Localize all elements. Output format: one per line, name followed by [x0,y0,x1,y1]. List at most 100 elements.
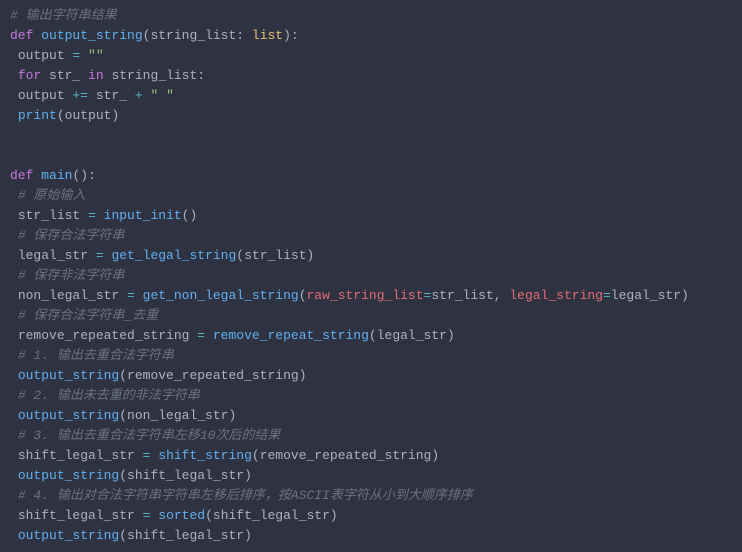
code-line[interactable]: remove_repeated_string = remove_repeat_s… [10,326,732,346]
token-op: = [197,328,205,343]
code-line[interactable]: shift_legal_str = sorted(shift_legal_str… [10,506,732,526]
code-line[interactable]: print(output) [10,106,732,126]
token-txt: str_list, [431,288,509,303]
token-op: + [135,88,143,103]
token-fn: get_legal_string [111,248,236,263]
token-txt: remove_repeated_string [18,328,197,343]
token-pun: ( [369,328,377,343]
token-txt [96,208,104,223]
code-line[interactable]: non_legal_str = get_non_legal_string(raw… [10,286,732,306]
code-line[interactable]: output = "" [10,46,732,66]
token-fn: output_string [18,528,119,543]
token-txt: string_list: [111,68,205,83]
token-pun: ( [205,508,213,523]
token-fn: remove_repeat_string [213,328,369,343]
code-line[interactable]: str_list = input_init() [10,206,732,226]
token-str: " " [150,88,173,103]
token-txt: str_ [88,88,135,103]
token-fn: main [41,168,72,183]
code-line[interactable]: # 1. 输出去重合法字符串 [10,346,732,366]
token-txt: legal_str [377,328,447,343]
code-editor[interactable]: # 输出字符串结果 def output_string(string_list: … [0,0,742,552]
token-pun: () [182,208,198,223]
token-txt: legal_str [611,288,681,303]
token-pun: ( [119,368,127,383]
token-cmt: # 3. 输出去重合法字符串左移10次后的结果 [18,428,281,443]
token-cmt: # 原始输入 [18,188,86,203]
code-line[interactable]: output_string(remove_repeated_string) [10,366,732,386]
token-kw: for [18,68,49,83]
token-pun: ) [681,288,689,303]
code-line[interactable]: output_string(non_legal_str) [10,406,732,426]
token-txt: shift_legal_str [213,508,330,523]
token-pun: ) [330,508,338,523]
token-pun: ) [447,328,455,343]
token-pun: ( [119,468,127,483]
code-line[interactable] [10,146,732,166]
token-kw: def [10,168,41,183]
token-pun: ) [244,528,252,543]
token-kw: in [88,68,111,83]
token-pun: (): [72,168,95,183]
token-txt [205,328,213,343]
token-id: raw_string_list [307,288,424,303]
token-pun: ( [299,288,307,303]
token-txt [135,288,143,303]
token-fn: output_string [18,368,119,383]
code-line[interactable]: # 3. 输出去重合法字符串左移10次后的结果 [10,426,732,446]
token-fn: output_string [18,408,119,423]
token-fn: print [18,108,57,123]
code-line[interactable]: # 保存非法字符串 [10,266,732,286]
token-txt: str_list [18,208,88,223]
token-cmt: # 输出字符串结果 [10,8,117,23]
code-line[interactable]: # 保存合法字符串 [10,226,732,246]
token-txt: remove_repeated_string [127,368,299,383]
code-line[interactable]: # 原始输入 [10,186,732,206]
token-kw: def [10,28,41,43]
code-line[interactable]: # 4. 输出对合法字符串字符串左移后排序，按ASCII表字符从小到大顺序排序 [10,486,732,506]
token-pun: ) [431,448,439,463]
token-txt: shift_legal_str [18,508,143,523]
code-line[interactable]: def main(): [10,166,732,186]
token-pun: ) [111,108,119,123]
code-line[interactable]: legal_str = get_legal_string(str_list) [10,246,732,266]
code-line[interactable]: # 保存合法字符串_去重 [10,306,732,326]
token-fn: output_string [41,28,142,43]
code-line[interactable]: shift_legal_str = shift_string(remove_re… [10,446,732,466]
token-txt: str_list [244,248,306,263]
token-fn: get_non_legal_string [143,288,299,303]
code-line[interactable]: # 2. 输出未去重的非法字符串 [10,386,732,406]
code-line[interactable]: output += str_ + " " [10,86,732,106]
token-txt: non_legal_str [18,288,127,303]
token-txt: remove_repeated_string [260,448,432,463]
token-txt [80,48,88,63]
token-pun: ) [299,368,307,383]
token-op: += [72,88,88,103]
token-cmt: # 保存合法字符串 [18,228,125,243]
token-pun: ) [307,248,315,263]
token-pun: ( [57,108,65,123]
token-txt: output [18,48,73,63]
code-line[interactable]: output_string(shift_legal_str) [10,526,732,546]
token-txt: output [65,108,112,123]
token-id: legal_string [509,288,603,303]
code-line[interactable]: output_string(shift_legal_str) [10,466,732,486]
code-line[interactable]: for str_ in string_list: [10,66,732,86]
token-prm: string_list [150,28,236,43]
token-op: = [603,288,611,303]
token-cmt: # 1. 输出去重合法字符串 [18,348,174,363]
token-pun: : [236,28,252,43]
token-cmt: # 保存合法字符串_去重 [18,308,158,323]
code-line[interactable]: # 输出字符串结果 [10,6,732,26]
token-op: = [127,288,135,303]
token-txt: shift_legal_str [18,448,143,463]
token-txt: shift_legal_str [127,528,244,543]
code-line[interactable]: def output_string(string_list: list): [10,26,732,46]
code-line[interactable] [10,126,732,146]
token-fn: output_string [18,468,119,483]
token-txt: str_ [49,68,88,83]
token-txt: legal_str [18,248,96,263]
token-pun: ( [119,408,127,423]
token-str: "" [88,48,104,63]
token-pun: ) [228,408,236,423]
